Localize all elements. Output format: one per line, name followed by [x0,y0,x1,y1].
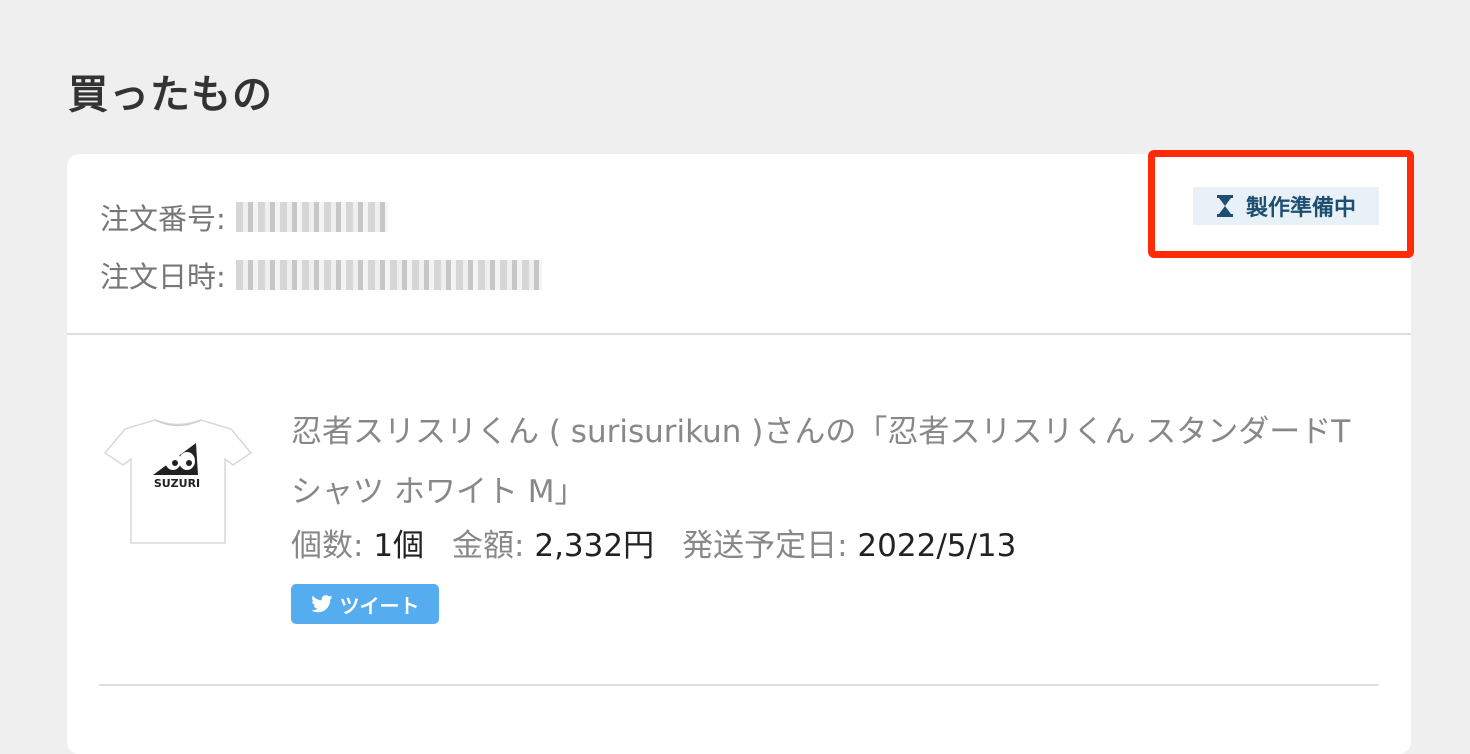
price: 金額: 2,332円 [452,520,654,565]
order-date-redacted [235,260,542,290]
product-thumbnail[interactable]: SUZURI [103,415,253,547]
order-date-label: 注文日時: [100,260,226,294]
quantity-value: 1個 [373,528,425,564]
ship-date: 発送予定日: 2022/5/13 [682,520,1016,565]
tweet-button[interactable]: ツイート [291,584,439,624]
quantity: 個数: 1個 [291,520,424,565]
order-details: 個数: 1個 金額: 2,332円 発送予定日: 2022/5/13 [291,520,1044,565]
ship-date-label: 発送予定日: [682,528,848,564]
order-number-label: 注文番号: [100,202,226,236]
quantity-label: 個数: [291,528,364,564]
price-label: 金額: [452,528,525,564]
price-value: 2,332円 [534,528,655,564]
order-number-redacted [235,202,388,232]
product-title-link[interactable]: 忍者スリスリくん ( surisurikun )さんの「忍者スリスリくん スタン… [291,402,1371,522]
ship-date-value: 2022/5/13 [857,528,1017,564]
status-highlight-box [1148,150,1414,258]
tweet-label: ツイート [339,593,420,618]
page-title: 買ったもの [68,72,273,118]
thumbnail-brand-text: SUZURI [154,477,200,490]
twitter-bird-icon [310,595,332,613]
item-divider [99,684,1379,686]
order-number-row: 注文番号: [100,196,388,238]
order-date-row: 注文日時: [100,254,542,296]
